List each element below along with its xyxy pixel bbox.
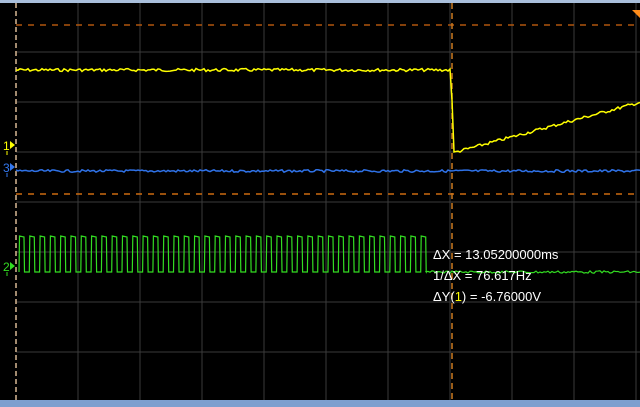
delta-y-channel: 1 <box>454 289 462 304</box>
svg-text:3: 3 <box>3 161 10 175</box>
svg-text:1: 1 <box>3 139 10 153</box>
channel-1-trace <box>15 67 640 153</box>
bottom-status-bar <box>0 400 640 407</box>
channel-3-marker[interactable]: 3 <box>3 161 15 177</box>
delta-y-value: ) = -6.76000V <box>461 289 542 304</box>
graticule <box>16 3 640 400</box>
delta-y-prefix: ΔY( <box>433 289 455 304</box>
channel-2-marker[interactable]: 2 <box>3 260 15 276</box>
inverse-delta-x-readout: 1/ΔX = 76.617Hz <box>433 268 532 283</box>
channel-3-trace <box>15 168 640 174</box>
delta-x-readout: ΔX = 13.05200000ms <box>433 247 559 262</box>
delta-y-readout: ΔY(1) = -6.76000V <box>433 289 541 304</box>
svg-text:2: 2 <box>3 260 10 274</box>
channel-1-marker[interactable]: 1 <box>3 139 15 155</box>
scope-display: 1 3 2 <box>3 3 640 400</box>
